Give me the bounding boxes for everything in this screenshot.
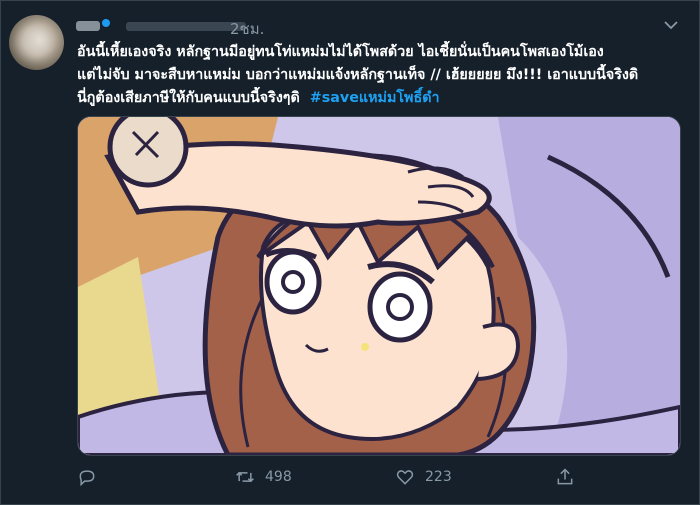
verified-badge-icon xyxy=(102,19,110,27)
hashtag-link[interactable]: #saveแหม่มโพธิ์ดำ xyxy=(310,90,440,106)
tweet-card[interactable]: 2ชม. อันนี้เหี้ยเองจริง หลักฐานมีอยู่ทนโ… xyxy=(0,0,700,505)
chevron-down-icon xyxy=(664,20,678,29)
username-redacted[interactable] xyxy=(126,21,246,31)
retweet-icon xyxy=(236,471,254,483)
tweet-actions-bar: 498 223 xyxy=(77,467,677,489)
like-button[interactable]: 223 xyxy=(395,467,452,487)
avatar[interactable] xyxy=(9,15,64,70)
more-options-button[interactable] xyxy=(663,18,679,32)
reply-button[interactable] xyxy=(77,467,97,487)
tweet-text-fragment: นี่กูต้องเสียภาษีให้กับคนแบบนี้จริงๆดิ xyxy=(77,90,300,106)
tweet-timestamp[interactable]: 2ชม. xyxy=(230,17,264,41)
tweet-header xyxy=(76,15,246,37)
share-button[interactable] xyxy=(555,467,575,487)
share-icon xyxy=(557,468,573,485)
tweet-text-line: อันนี้เหี้ยเองจริง หลักฐานมีอยู่ทนโท่แหม… xyxy=(77,44,604,60)
reply-icon xyxy=(79,470,95,487)
retweet-button[interactable]: 498 xyxy=(235,467,292,487)
like-count: 223 xyxy=(425,469,452,485)
display-name-redacted[interactable] xyxy=(76,21,100,31)
anime-girl-illustration xyxy=(78,117,680,455)
tweet-media-image[interactable] xyxy=(77,116,681,456)
tweet-text-line: นี่กูต้องเสียภาษีให้กับคนแบบนี้จริงๆดิ #… xyxy=(77,87,687,110)
tweet-text: อันนี้เหี้ยเองจริง หลักฐานมีอยู่ทนโท่แหม… xyxy=(77,41,687,110)
heart-icon xyxy=(396,470,414,485)
tweet-text-line: แต่ไม่จับ มาจะสืบหาแหม่ม บอกว่าแหม่มแจ้ง… xyxy=(77,67,639,83)
retweet-count: 498 xyxy=(265,469,292,485)
